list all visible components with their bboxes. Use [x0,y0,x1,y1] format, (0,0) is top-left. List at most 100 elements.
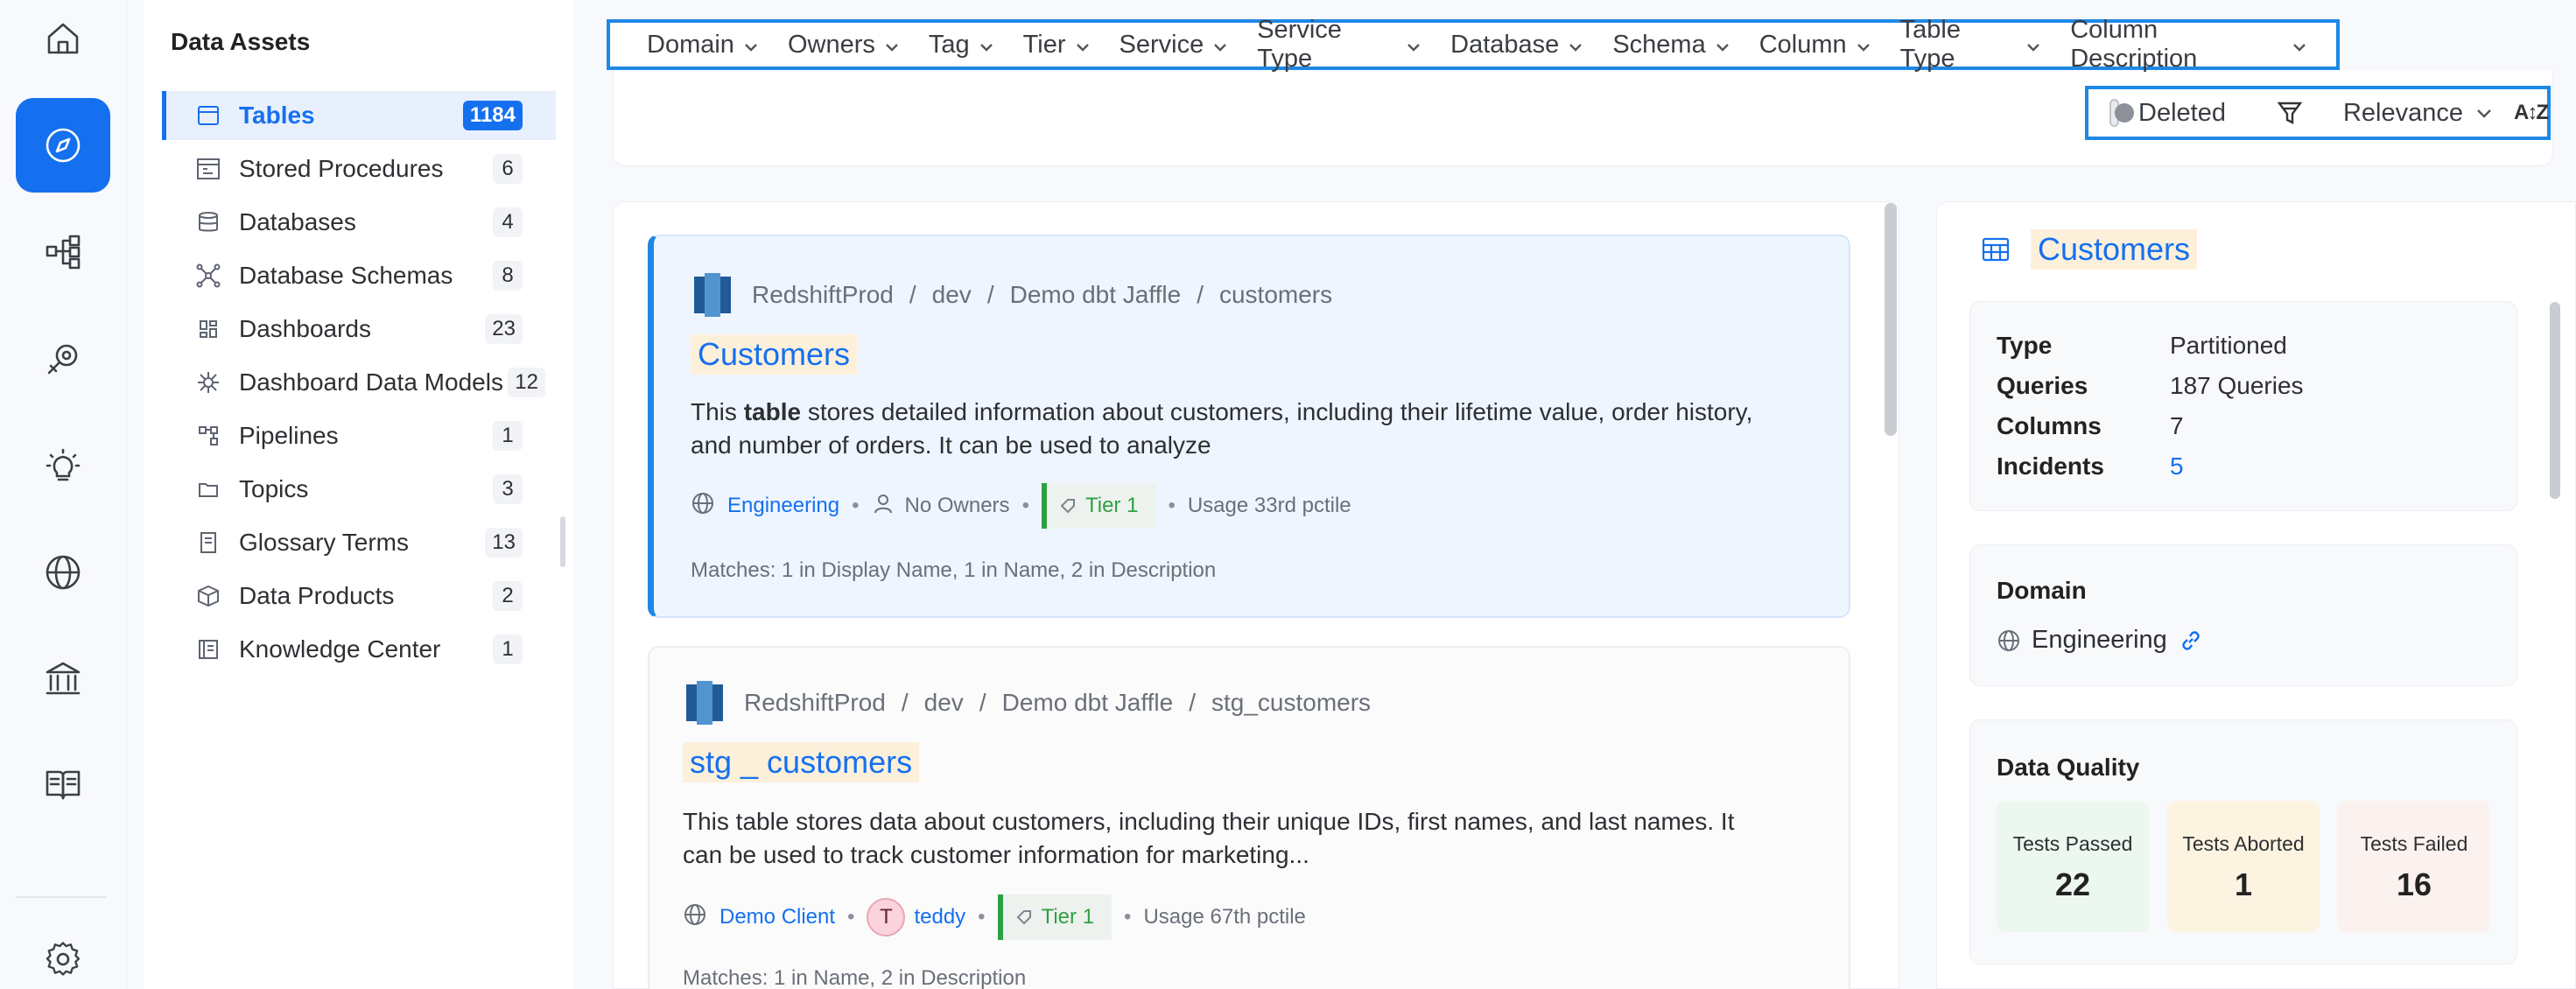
knowledge-icon [193,635,223,664]
nav-rail [0,0,127,989]
crumb-database[interactable]: dev [924,689,964,717]
tier-badge[interactable]: Tier 1 [1041,483,1156,529]
asset-item-label: Stored Procedures [239,155,444,182]
deleted-toggle[interactable] [2109,99,2134,127]
sidebar-scrollbar[interactable] [560,516,565,567]
dq-value: 22 [2054,866,2091,902]
filter-schema[interactable]: Schema [1612,31,1731,60]
asset-item-label: Databases [239,208,356,235]
observability-icon[interactable] [19,315,107,403]
docs-icon[interactable] [19,740,107,828]
redshift-icon [694,273,731,317]
detail-title[interactable]: Customers [2031,229,2198,270]
crumb-schema[interactable]: Demo dbt Jaffle [1002,689,1174,717]
breadcrumb: RedshiftProd / dev / Demo dbt Jaffle / cust… [691,270,1332,320]
filter-column[interactable]: Column [1759,31,1873,60]
filter-service-type[interactable]: Service Type [1257,16,1423,74]
chevron-down-icon [1404,35,1423,54]
asset-item-database-schemas[interactable]: Database Schemas 8 [162,251,556,300]
prop-key: Type [1997,332,2053,359]
filter-tag[interactable]: Tag [929,31,996,60]
crumb-service[interactable]: RedshiftProd [752,281,894,309]
separator-dot: • [852,494,860,517]
asset-item-knowledge-center[interactable]: Knowledge Center 1 [162,625,556,674]
asset-item-databases[interactable]: Databases 4 [162,198,556,247]
asset-item-tables[interactable]: Tables 1184 [162,91,556,140]
link-icon[interactable] [2179,629,2202,652]
crumb-schema[interactable]: Demo dbt Jaffle [1010,281,1182,309]
filter-owners[interactable]: Owners [788,31,902,60]
sort-order-icon[interactable]: A↕Z [2514,101,2549,125]
redshift-icon [686,681,723,725]
result-card-customers[interactable]: RedshiftProd / dev / Demo dbt Jaffle / cust… [648,235,1850,618]
chevron-down-icon [977,35,996,54]
owner-link[interactable]: teddy [914,905,965,929]
relevance-dropdown[interactable]: Relevance [2343,99,2495,128]
asset-count-badge: 13 [485,528,523,558]
filter-column-description[interactable]: Column Description [2070,16,2309,74]
prop-type: Type Partitioned [1997,332,2287,360]
chevron-down-icon [1854,35,1873,54]
asset-item-glossary-terms[interactable]: Glossary Terms 13 [162,518,556,567]
filter-funnel-icon[interactable] [2275,98,2305,128]
filter-label: Service [1119,30,1204,59]
domains-icon[interactable] [19,529,107,616]
domain-link[interactable]: Engineering [727,494,839,518]
filter-label: Column [1758,30,1847,59]
filter-database[interactable]: Database [1450,31,1585,60]
asset-item-dashboards[interactable]: Dashboards 23 [162,305,556,354]
tier-label: Tier 1 [1041,905,1095,929]
home-icon[interactable] [19,0,107,82]
tests-passed-card[interactable]: Tests Passed 22 [1997,801,2149,932]
result-card-stg-customers[interactable]: RedshiftProd / dev / Demo dbt Jaffle / stg_… [648,646,1850,989]
crumb-service[interactable]: RedshiftProd [744,689,886,717]
asset-item-data-products[interactable]: Data Products 2 [162,572,556,621]
chevron-down-icon [2477,109,2491,118]
governance-icon[interactable] [19,635,107,723]
filter-tier[interactable]: Tier [1023,31,1092,60]
tests-aborted-card[interactable]: Tests Aborted 1 [2167,801,2320,932]
data-quality-heading: Data Quality [1997,754,2140,781]
insights-icon[interactable] [19,422,107,509]
pipeline-icon [193,421,223,451]
crumb-table[interactable]: customers [1219,281,1332,309]
chevron-down-icon [1713,35,1732,54]
table-icon [1982,237,2010,262]
tag-icon [1016,910,1031,925]
filter-domain[interactable]: Domain [647,31,761,60]
schema-icon [193,261,223,291]
tier-badge[interactable]: Tier 1 [997,894,1113,940]
asset-count-badge: 1 [493,421,523,451]
result-title[interactable]: stg _ customers [683,742,920,782]
asset-item-topics[interactable]: Topics 3 [162,465,556,514]
crumb-table[interactable]: stg_customers [1211,689,1371,717]
tests-failed-card[interactable]: Tests Failed 16 [2338,801,2490,932]
result-title[interactable]: Customers [691,334,858,375]
explore-icon[interactable] [16,98,110,193]
asset-item-stored-procedures[interactable]: Stored Procedures 6 [162,144,556,193]
settings-icon[interactable] [19,915,107,989]
incidents-link[interactable]: 5 [2170,452,2184,480]
asset-item-label: Glossary Terms [239,529,409,556]
filter-service[interactable]: Service [1120,31,1231,60]
asset-count-badge: 4 [493,207,523,237]
crumb-database[interactable]: dev [932,281,972,309]
globe-icon [1998,629,2019,651]
results-scrollbar[interactable] [1885,203,1897,436]
matches-summary: Matches: 1 in Name, 2 in Description [683,966,1027,989]
domain-link[interactable]: Demo Client [719,905,835,929]
chevron-down-icon [1566,35,1585,54]
owner-label: No Owners [904,494,1010,517]
result-description: This table stores data about customers, … [683,808,1735,868]
chevron-down-icon [1211,35,1230,54]
dq-value: 16 [2396,866,2432,902]
avatar[interactable]: T [867,898,906,936]
chevron-down-icon [2024,35,2043,54]
asset-item-pipelines[interactable]: Pipelines 1 [162,411,556,460]
lineage-icon[interactable] [19,208,107,296]
asset-count-badge: 3 [493,474,523,504]
filter-table-type[interactable]: Table Type [1900,16,2044,74]
filter-label: Column Description [2070,16,2198,73]
detail-scrollbar[interactable] [2550,302,2560,499]
asset-item-dashboard-data-models[interactable]: Dashboard Data Models 12 [162,358,556,407]
